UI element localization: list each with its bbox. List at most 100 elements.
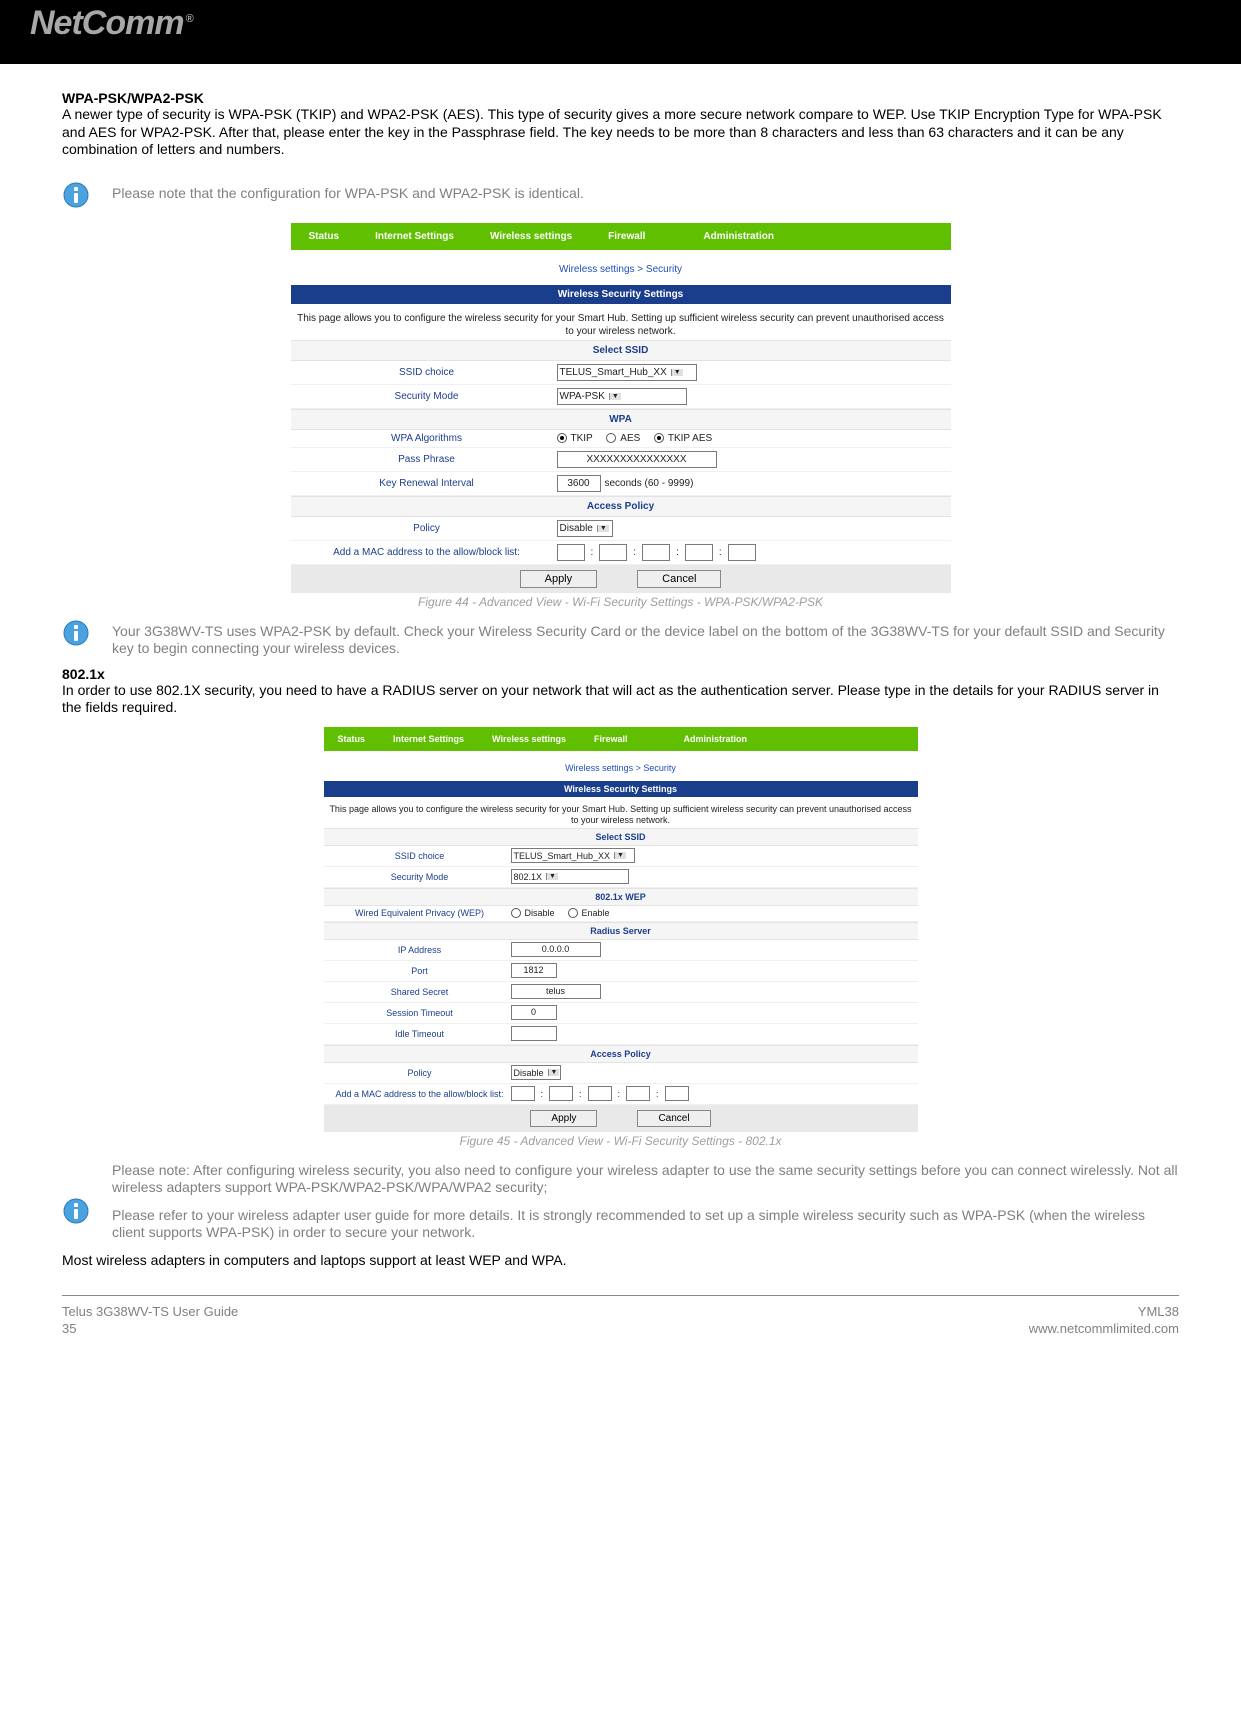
row-mac: Add a MAC address to the allow/block lis…: [291, 541, 951, 565]
ssid-select[interactable]: TELUS_Smart_Hub_XX: [557, 364, 697, 381]
router-panel-8021x: Status Internet Settings Wireless settin…: [324, 727, 918, 1132]
policy-select[interactable]: Disable: [511, 1065, 561, 1080]
pass-input[interactable]: XXXXXXXXXXXXXXX: [557, 451, 717, 468]
wpaalg-label: WPA Algorithms: [297, 433, 557, 444]
mac-3[interactable]: [588, 1086, 612, 1101]
tab-internet[interactable]: Internet Settings: [357, 223, 472, 250]
ssid-select[interactable]: TELUS_Smart_Hub_XX: [511, 848, 635, 863]
tab-status[interactable]: Status: [291, 223, 358, 250]
subheader-policy: Access Policy: [324, 1045, 918, 1063]
secret-label: Shared Secret: [329, 987, 511, 997]
ssid-label: SSID choice: [297, 367, 557, 378]
keyren-label: Key Renewal Interval: [297, 478, 557, 489]
subheader-wep: 802.1x WEP: [324, 888, 918, 906]
row-secmode: Security Mode WPA-PSK: [291, 385, 951, 409]
breadcrumb: Wireless settings > Security: [291, 250, 951, 285]
row-keyren: Key Renewal Interval 3600 seconds (60 - …: [291, 472, 951, 496]
mac-2[interactable]: [599, 544, 627, 561]
mac-4[interactable]: [626, 1086, 650, 1101]
nav-tabs-2: Status Internet Settings Wireless settin…: [324, 727, 918, 751]
mac-4[interactable]: [685, 544, 713, 561]
section1-body: A newer type of security is WPA-PSK (TKI…: [62, 106, 1179, 159]
sess-label: Session Timeout: [329, 1008, 511, 1018]
mac-5[interactable]: [728, 544, 756, 561]
secmode-select[interactable]: 802.1X: [511, 869, 629, 884]
radio-disable[interactable]: [511, 908, 521, 918]
button-bar: Apply Cancel: [291, 565, 951, 593]
policy-label: Policy: [297, 523, 557, 534]
apply-button[interactable]: Apply: [530, 1110, 597, 1127]
row-mac: Add a MAC address to the allow/block lis…: [324, 1084, 918, 1105]
note1-row: Please note that the configuration for W…: [62, 181, 1179, 209]
radio-tkip[interactable]: [557, 433, 567, 443]
note2-row: Your 3G38WV-TS uses WPA2-PSK by default.…: [62, 619, 1179, 658]
radio-tkipaes[interactable]: [654, 433, 664, 443]
row-ssid: SSID choice TELUS_Smart_Hub_XX: [291, 361, 951, 385]
subheader-radius: Radius Server: [324, 922, 918, 940]
row-pass: Pass Phrase XXXXXXXXXXXXXXX: [291, 448, 951, 472]
tab-firewall[interactable]: Firewall: [590, 223, 663, 250]
mac-5[interactable]: [665, 1086, 689, 1101]
radio-enable[interactable]: [568, 908, 578, 918]
tab-wireless[interactable]: Wireless settings: [472, 223, 590, 250]
row-secmode: Security Mode 802.1X: [324, 867, 918, 888]
mac-1[interactable]: [511, 1086, 535, 1101]
idle-label: Idle Timeout: [329, 1029, 511, 1039]
band-title: Wireless Security Settings: [291, 285, 951, 304]
figure45-wrap: Status Internet Settings Wireless settin…: [62, 727, 1179, 1148]
opt-tkip: TKIP: [571, 433, 593, 444]
row-policy: Policy Disable: [291, 517, 951, 541]
pass-label: Pass Phrase: [297, 454, 557, 465]
ip-label: IP Address: [329, 945, 511, 955]
section1-title: WPA-PSK/WPA2-PSK: [62, 90, 1179, 106]
button-bar: Apply Cancel: [324, 1105, 918, 1132]
tab-internet[interactable]: Internet Settings: [379, 727, 478, 751]
tab-firewall[interactable]: Firewall: [580, 727, 642, 751]
band-desc: This page allows you to configure the wi…: [291, 304, 951, 340]
port-input[interactable]: 1812: [511, 963, 557, 978]
cancel-button[interactable]: Cancel: [637, 1110, 710, 1127]
mac-label: Add a MAC address to the allow/block lis…: [297, 547, 557, 558]
opt-aes: AES: [620, 433, 640, 444]
apply-button[interactable]: Apply: [520, 570, 598, 588]
mac-3[interactable]: [642, 544, 670, 561]
row-wpaalg: WPA Algorithms TKIP AES TKIP AES: [291, 430, 951, 448]
brand-text: NetComm: [30, 4, 184, 42]
footer-left: Telus 3G38WV-TS User Guide 35: [62, 1304, 238, 1338]
mac-2[interactable]: [549, 1086, 573, 1101]
note1-text: Please note that the configuration for W…: [112, 181, 584, 203]
sess-input[interactable]: 0: [511, 1005, 557, 1020]
tab-admin[interactable]: Administration: [670, 727, 762, 751]
tab-wireless[interactable]: Wireless settings: [478, 727, 580, 751]
opt-tkipaes: TKIP AES: [668, 433, 712, 444]
idle-input[interactable]: [511, 1026, 557, 1041]
subheader-ssid: Select SSID: [324, 828, 918, 846]
tab-admin[interactable]: Administration: [685, 223, 792, 250]
port-label: Port: [329, 966, 511, 976]
radio-aes[interactable]: [606, 433, 616, 443]
policy-select[interactable]: Disable: [557, 520, 613, 537]
ssid-label: SSID choice: [329, 851, 511, 861]
row-ssid: SSID choice TELUS_Smart_Hub_XX: [324, 846, 918, 867]
figure44-caption: Figure 44 - Advanced View - Wi-Fi Securi…: [62, 595, 1179, 609]
keyren-input[interactable]: 3600: [557, 475, 601, 492]
tab-status[interactable]: Status: [324, 727, 380, 751]
secret-input[interactable]: telus: [511, 984, 601, 999]
secmode-select[interactable]: WPA-PSK: [557, 388, 687, 405]
page-footer: Telus 3G38WV-TS User Guide 35 YML38 www.…: [62, 1295, 1179, 1348]
row-secret: Shared Secret telus: [324, 982, 918, 1003]
ip-input[interactable]: 0.0.0.0: [511, 942, 601, 957]
info-icon: [62, 1197, 90, 1225]
mac-1[interactable]: [557, 544, 585, 561]
section2-title: 802.1x: [62, 666, 1179, 682]
note3b-text: Please refer to your wireless adapter us…: [112, 1207, 1179, 1242]
footer-url: www.netcommlimited.com: [1029, 1321, 1179, 1338]
tab-gap: [642, 727, 670, 751]
secmode-label: Security Mode: [329, 872, 511, 882]
cancel-button[interactable]: Cancel: [637, 570, 721, 588]
router-panel-wpapsk: Status Internet Settings Wireless settin…: [291, 223, 951, 593]
secmode-label: Security Mode: [297, 391, 557, 402]
band-title: Wireless Security Settings: [324, 781, 918, 797]
row-port: Port 1812: [324, 961, 918, 982]
footer-right: YML38 www.netcommlimited.com: [1029, 1304, 1179, 1338]
